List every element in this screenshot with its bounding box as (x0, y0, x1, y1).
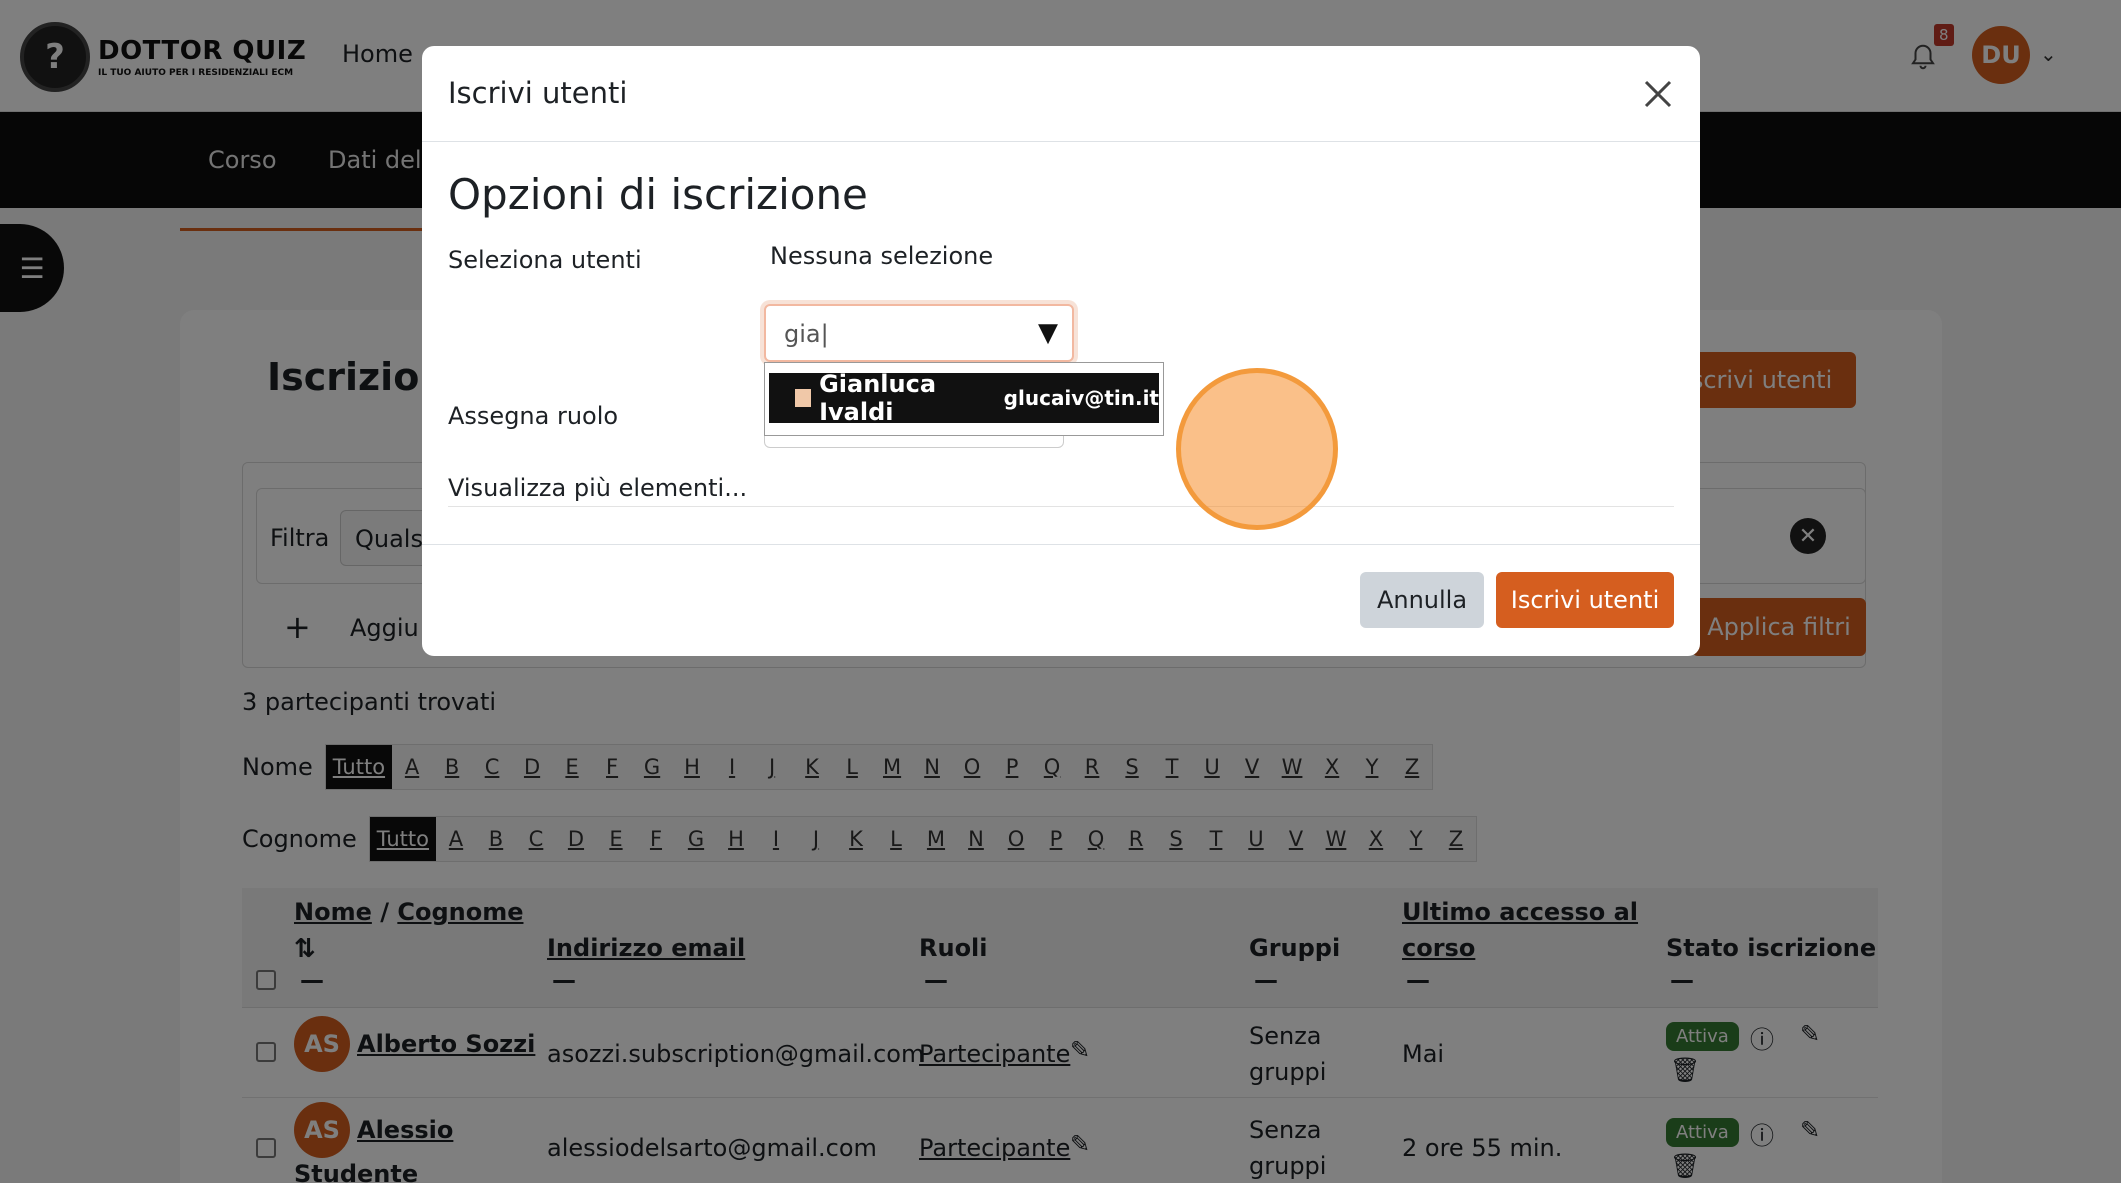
user-search-value: gia| (784, 320, 829, 348)
enrolment-options-heading: Opzioni di iscrizione (448, 170, 868, 219)
option-marker-icon (795, 389, 812, 407)
click-indicator (1176, 368, 1338, 530)
modal-header: Iscrivi utenti (422, 46, 1700, 142)
suggestion-email: glucaiv@tin.it (1003, 386, 1159, 410)
submit-enrol-button[interactable]: Iscrivi utenti (1496, 572, 1674, 628)
user-suggestions-dropdown: Gianluca Ivaldi glucaiv@tin.it (764, 362, 1164, 436)
close-icon[interactable] (1640, 76, 1676, 112)
suggestion-name: Gianluca Ivaldi (819, 370, 937, 426)
enrol-users-modal: Iscrivi utenti Opzioni di iscrizione Sel… (422, 46, 1700, 656)
cancel-button[interactable]: Annulla (1360, 572, 1484, 628)
no-selection-text: Nessuna selezione (770, 242, 994, 270)
select-users-label: Seleziona utenti (448, 246, 642, 274)
user-search-input[interactable]: gia| ▼ (764, 304, 1074, 362)
user-suggestion-option[interactable]: Gianluca Ivaldi glucaiv@tin.it (769, 370, 1159, 426)
divider (448, 506, 1674, 507)
dropdown-arrow-icon[interactable]: ▼ (1038, 318, 1058, 348)
assign-role-label: Assegna ruolo (448, 402, 619, 430)
show-more-link[interactable]: Visualizza più elementi... (448, 474, 747, 502)
modal-title: Iscrivi utenti (448, 76, 628, 110)
